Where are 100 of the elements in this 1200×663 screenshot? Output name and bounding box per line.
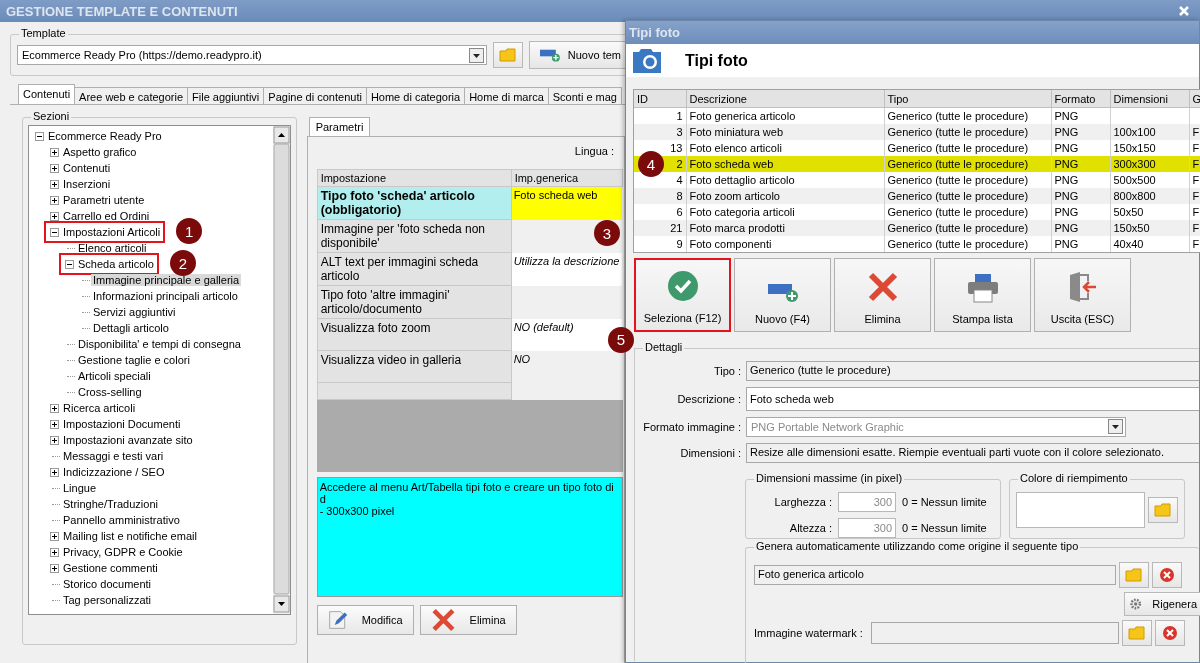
- tree-item[interactable]: Ecommerce Ready Pro: [46, 130, 164, 142]
- color-field[interactable]: [1016, 491, 1145, 528]
- tab[interactable]: Pagine di contenuti: [263, 87, 367, 104]
- toolbar-button[interactable]: Seleziona (F12): [634, 257, 731, 332]
- tree-item[interactable]: Indicizzazione / SEO: [61, 466, 167, 478]
- clear-icon: [1161, 624, 1178, 641]
- expand-icon[interactable]: [49, 563, 59, 573]
- collapse-icon[interactable]: [49, 227, 59, 237]
- tree-item[interactable]: Inserzioni: [61, 178, 113, 190]
- scrollbar[interactable]: [272, 126, 290, 614]
- description-field[interactable]: Foto scheda web: [746, 386, 1199, 411]
- table-cell: PNG: [1051, 123, 1110, 140]
- format-dropdown[interactable]: PNG Portable Network Graphic: [746, 416, 1126, 437]
- toolbar-button[interactable]: Nuovo (F4): [734, 257, 831, 332]
- tree-item[interactable]: Messaggi e testi vari: [61, 450, 166, 462]
- tab[interactable]: File aggiuntivi: [187, 87, 265, 104]
- tab[interactable]: Home di categoria: [365, 87, 466, 104]
- value-cell[interactable]: Utilizza la descrizione: [511, 252, 623, 286]
- expand-icon[interactable]: [49, 195, 59, 205]
- delete-button[interactable]: Elimina: [419, 605, 517, 635]
- table-cell: F: [1189, 187, 1200, 204]
- table-cell: Generico (tutte le procedure): [884, 139, 1051, 156]
- field-label: Formato immagine :: [642, 420, 742, 433]
- folder-icon: [1154, 502, 1172, 517]
- expand-icon[interactable]: [49, 211, 59, 221]
- expand-icon[interactable]: [49, 147, 59, 157]
- edit-icon: [327, 608, 348, 632]
- tree-item[interactable]: Impostazioni Articoli: [61, 226, 163, 238]
- tree-item[interactable]: Gestione taglie e colori: [76, 354, 192, 366]
- column-header[interactable]: Tipo: [884, 90, 1051, 108]
- collapse-icon[interactable]: [34, 131, 44, 141]
- close-icon[interactable]: [1178, 5, 1190, 17]
- tree-item[interactable]: Pannello amministrativo: [61, 514, 182, 526]
- clear-button[interactable]: [1154, 619, 1185, 646]
- expand-icon[interactable]: [49, 179, 59, 189]
- tree-item[interactable]: Carrello ed Ordini: [61, 210, 152, 222]
- tree-item[interactable]: Parametri utente: [61, 194, 147, 206]
- edit-button[interactable]: Modifica: [316, 605, 414, 635]
- tree-item[interactable]: Stringhe/Traduzioni: [61, 498, 160, 510]
- tab[interactable]: Home di marca: [464, 87, 549, 104]
- expand-icon[interactable]: [49, 403, 59, 413]
- tab[interactable]: Sconti e mag: [547, 87, 622, 104]
- expand-icon[interactable]: [49, 419, 59, 429]
- column-header[interactable]: ID: [634, 90, 686, 108]
- tree-item[interactable]: Servizi aggiuntivi: [91, 306, 178, 318]
- table-cell: 800x800: [1110, 187, 1189, 204]
- value-cell[interactable]: Foto scheda web: [511, 186, 623, 220]
- expand-icon[interactable]: [49, 435, 59, 445]
- size-field: Resize alle dimensioni esatte. Riempie eventuali parti vuote con il colore selezionato.: [746, 442, 1199, 463]
- tree-item[interactable]: Tag personalizzati: [61, 594, 154, 606]
- description-text: Accedere al menu Art/Tabella tipi foto e creare un tipo foto di d - 300x300 pixel: [316, 477, 623, 597]
- clear-button[interactable]: [1152, 561, 1182, 588]
- tree-item[interactable]: Immagine principale e galleria: [91, 274, 242, 286]
- tree-item[interactable]: Impostazioni avanzate sito: [61, 434, 195, 446]
- setting-cell: ALT text per immagini scheda articolo: [317, 252, 512, 286]
- tree-item[interactable]: Aspetto grafico: [61, 146, 139, 158]
- tree-item[interactable]: Mailing list e notifiche email: [61, 530, 199, 542]
- table-cell: F: [1189, 171, 1200, 188]
- tree-item[interactable]: Dettagli articolo: [91, 322, 171, 334]
- tree-item[interactable]: Ricerca articoli: [61, 402, 138, 414]
- tree-item[interactable]: Articoli speciali: [76, 370, 153, 382]
- tree-item[interactable]: Elenco articoli: [76, 242, 149, 254]
- tree-item[interactable]: Privacy, GDPR e Cookie: [61, 546, 185, 558]
- table-cell: PNG: [1051, 203, 1110, 220]
- collapse-icon[interactable]: [64, 259, 74, 269]
- tree-item[interactable]: Impostazioni Documenti: [61, 418, 183, 430]
- table-cell: F: [1189, 219, 1200, 236]
- tab[interactable]: Parametri: [308, 117, 371, 136]
- tree-item[interactable]: Contenuti: [61, 162, 113, 174]
- toolbar-button[interactable]: Stampa lista: [934, 257, 1031, 332]
- new-template-button[interactable]: Nuovo tem: [529, 41, 625, 69]
- tree-item[interactable]: Cross-selling: [76, 386, 144, 398]
- table-cell: Generico (tutte le procedure): [884, 187, 1051, 204]
- column-header[interactable]: Dimensioni: [1110, 90, 1189, 108]
- expand-icon[interactable]: [49, 163, 59, 173]
- tab[interactable]: Aree web e categorie: [74, 87, 189, 104]
- expand-icon[interactable]: [49, 531, 59, 541]
- toolbar-button[interactable]: Uscita (ESC): [1034, 257, 1131, 332]
- tree-item[interactable]: Informazioni principali articolo: [91, 290, 240, 302]
- folder-icon: [1125, 567, 1143, 582]
- expand-icon[interactable]: [49, 547, 59, 557]
- toolbar-button[interactable]: Elimina: [834, 257, 931, 332]
- expand-icon[interactable]: [49, 467, 59, 477]
- callout-badge: 1: [176, 218, 203, 244]
- column-header[interactable]: Formato: [1051, 90, 1110, 108]
- tree-item[interactable]: Storico documenti: [61, 578, 154, 590]
- column-header[interactable]: Descrizione: [686, 90, 884, 108]
- tree-item[interactable]: Disponibilita' e tempi di consegna: [76, 338, 243, 350]
- template-dropdown[interactable]: Ecommerce Ready Pro (https://demo.readypro.it): [17, 45, 487, 65]
- table-cell: Foto zoom articolo: [686, 187, 884, 204]
- tree-item[interactable]: Gestione commenti: [61, 562, 160, 574]
- table-cell: F: [1189, 155, 1200, 172]
- column-header[interactable]: G: [1189, 90, 1200, 108]
- tree-item[interactable]: Lingue: [61, 482, 99, 494]
- tree-item[interactable]: Scheda articolo: [76, 258, 156, 270]
- watermark-field[interactable]: [870, 621, 1119, 644]
- regenerate-button[interactable]: Rigenera: [1124, 591, 1200, 616]
- height-field[interactable]: 300: [838, 517, 896, 538]
- width-field[interactable]: 300: [838, 491, 896, 512]
- tab[interactable]: Contenuti: [18, 84, 76, 104]
